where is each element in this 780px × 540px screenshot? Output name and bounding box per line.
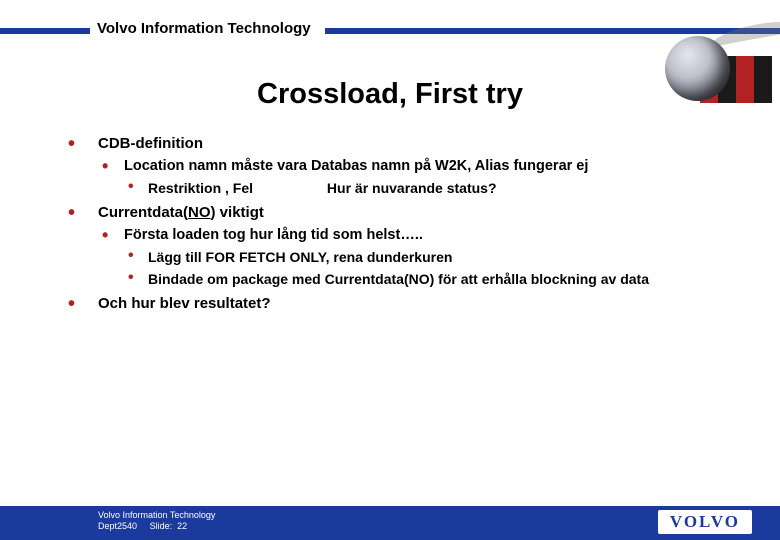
bullet-l1: CDB-definition Location namn måste vara … — [68, 135, 760, 196]
footer-slide-label: Slide: — [150, 521, 173, 532]
footer-dept: 2540 — [117, 521, 137, 532]
footer-text: Volvo Information Technology Dept 2540 S… — [98, 510, 215, 533]
volvo-logo: VOLVO — [658, 510, 752, 534]
bullet-l2: Location namn måste vara Databas namn på… — [98, 158, 760, 196]
footer-line2: Dept 2540 Slide: 22 — [98, 521, 215, 532]
footer-bar: Volvo Information Technology Dept 2540 S… — [0, 506, 780, 540]
bullet-text: Och hur blev resultatet? — [98, 295, 271, 312]
top-rule-left — [0, 28, 90, 34]
bullet-text-right: Hur är nuvarande status? — [327, 180, 497, 196]
footer-line1: Volvo Information Technology — [98, 510, 215, 521]
footer-slide-no: 22 — [177, 521, 187, 532]
bullet-text: Första loaden tog hur lång tid som helst… — [124, 227, 423, 243]
bullet-l3: Bindade om package med Currentdata(NO) f… — [124, 271, 760, 287]
bullet-text: Currentdata( — [98, 204, 188, 221]
bullet-text: Lägg till FOR FETCH ONLY, rena dunderkur… — [148, 249, 452, 265]
footer-dept-label: Dept — [98, 521, 117, 532]
bullet-l3: Restriktion , Fel Hur är nuvarande statu… — [124, 180, 760, 196]
header-org: Volvo Information Technology — [97, 20, 311, 37]
bullet-text: Restriktion , Fel — [148, 180, 253, 196]
bullet-text: Bindade om package med Currentdata(NO) f… — [148, 271, 649, 287]
bullet-l3: Lägg till FOR FETCH ONLY, rena dunderkur… — [124, 249, 760, 265]
bullet-text: CDB-definition — [98, 135, 203, 152]
bullet-l1: Och hur blev resultatet? — [68, 295, 760, 312]
bullet-l2: Första loaden tog hur lång tid som helst… — [98, 227, 760, 287]
slide-content: CDB-definition Location namn måste vara … — [68, 135, 760, 320]
bullet-text: Location namn måste vara Databas namn på… — [124, 158, 588, 174]
bullet-text: ) viktigt — [211, 204, 264, 221]
bullet-l1: Currentdata(NO) viktigt Första loaden to… — [68, 204, 760, 287]
bullet-text-emph: NO — [188, 204, 211, 221]
slide-title: Crossload, First try — [0, 78, 780, 111]
